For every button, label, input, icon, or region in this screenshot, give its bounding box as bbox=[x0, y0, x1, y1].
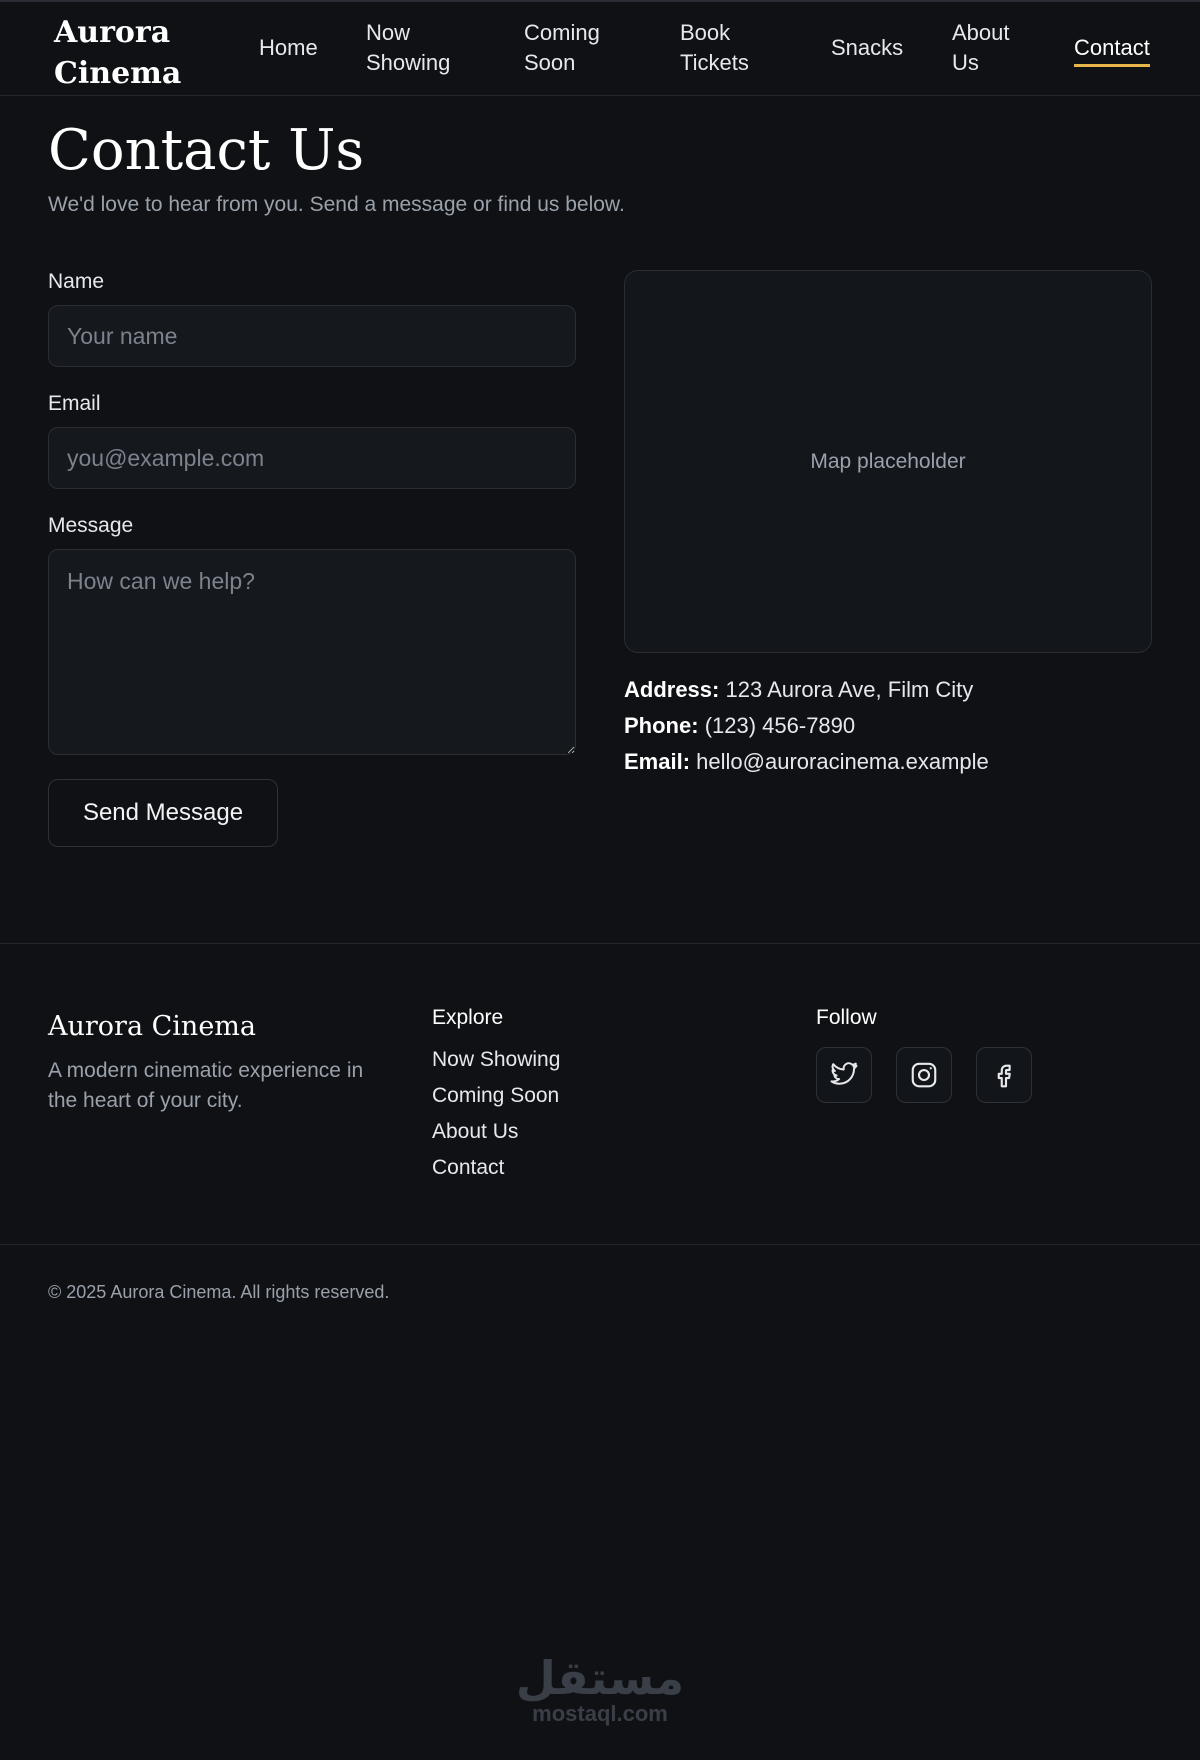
facebook-button[interactable] bbox=[976, 1047, 1032, 1103]
address-value: 123 Aurora Ave, Film City bbox=[725, 677, 974, 702]
message-label: Message bbox=[48, 514, 134, 537]
nav-contact[interactable]: Contact bbox=[1074, 33, 1150, 67]
message-textarea[interactable] bbox=[48, 549, 576, 755]
copyright-text: © 2025 Aurora Cinema. All rights reserve… bbox=[48, 1282, 390, 1302]
send-message-button[interactable]: Send Message bbox=[48, 779, 278, 847]
nav-about-us[interactable]: About Us bbox=[952, 18, 1022, 78]
phone-label: Phone: bbox=[624, 713, 699, 738]
follow-heading: Follow bbox=[816, 1006, 877, 1029]
page-subtitle: We'd love to hear from you. Send a messa… bbox=[48, 193, 625, 216]
watermark-latin: mostaql.com bbox=[532, 1701, 668, 1726]
name-input[interactable] bbox=[48, 305, 576, 367]
instagram-icon bbox=[911, 1062, 937, 1088]
watermark-arabic: مستقل bbox=[515, 1652, 685, 1704]
footer-link-contact[interactable]: Contact bbox=[432, 1153, 504, 1183]
main-nav: Home Now Showing Coming Soon Book Ticket… bbox=[0, 2, 1200, 96]
footer-link-coming-soon[interactable]: Coming Soon bbox=[432, 1081, 559, 1111]
footer-tagline: A modern cinematic experience in the hea… bbox=[48, 1059, 364, 1112]
nav-book-tickets[interactable]: Book Tickets bbox=[680, 18, 760, 78]
email-input[interactable] bbox=[48, 427, 576, 489]
email-label: Email bbox=[48, 392, 101, 415]
facebook-icon bbox=[997, 1064, 1011, 1088]
address-line: Address: 123 Aurora Ave, Film City bbox=[624, 675, 973, 705]
nav-coming-soon[interactable]: Coming Soon bbox=[524, 18, 614, 78]
footer-divider bbox=[0, 943, 1200, 944]
phone-line: Phone: (123) 456-7890 bbox=[624, 711, 855, 741]
twitter-button[interactable] bbox=[816, 1047, 872, 1103]
nav-now-showing[interactable]: Now Showing bbox=[366, 18, 466, 78]
footer-brand: Aurora Cinema bbox=[48, 1011, 256, 1042]
twitter-icon bbox=[830, 1062, 858, 1085]
nav-snacks[interactable]: Snacks bbox=[831, 33, 903, 63]
map-placeholder[interactable]: Map placeholder bbox=[624, 270, 1152, 653]
email-info-label: Email: bbox=[624, 749, 691, 774]
footer-link-about-us[interactable]: About Us bbox=[432, 1117, 518, 1147]
email-value[interactable]: hello@auroracinema.example bbox=[696, 749, 989, 774]
map-placeholder-label: Map placeholder bbox=[810, 449, 966, 473]
instagram-button[interactable] bbox=[896, 1047, 952, 1103]
page-title: Contact Us bbox=[48, 118, 365, 183]
explore-heading: Explore bbox=[432, 1006, 504, 1029]
site-header: Aurora Cinema Home Now Showing Coming So… bbox=[0, 0, 1200, 96]
address-label: Address: bbox=[624, 677, 720, 702]
copyright-divider bbox=[0, 1244, 1200, 1245]
footer-link-now-showing[interactable]: Now Showing bbox=[432, 1045, 560, 1075]
nav-home[interactable]: Home bbox=[259, 33, 318, 63]
name-label: Name bbox=[48, 270, 105, 293]
phone-value[interactable]: (123) 456-7890 bbox=[705, 713, 855, 738]
email-line: Email: hello@auroracinema.example bbox=[624, 747, 989, 777]
